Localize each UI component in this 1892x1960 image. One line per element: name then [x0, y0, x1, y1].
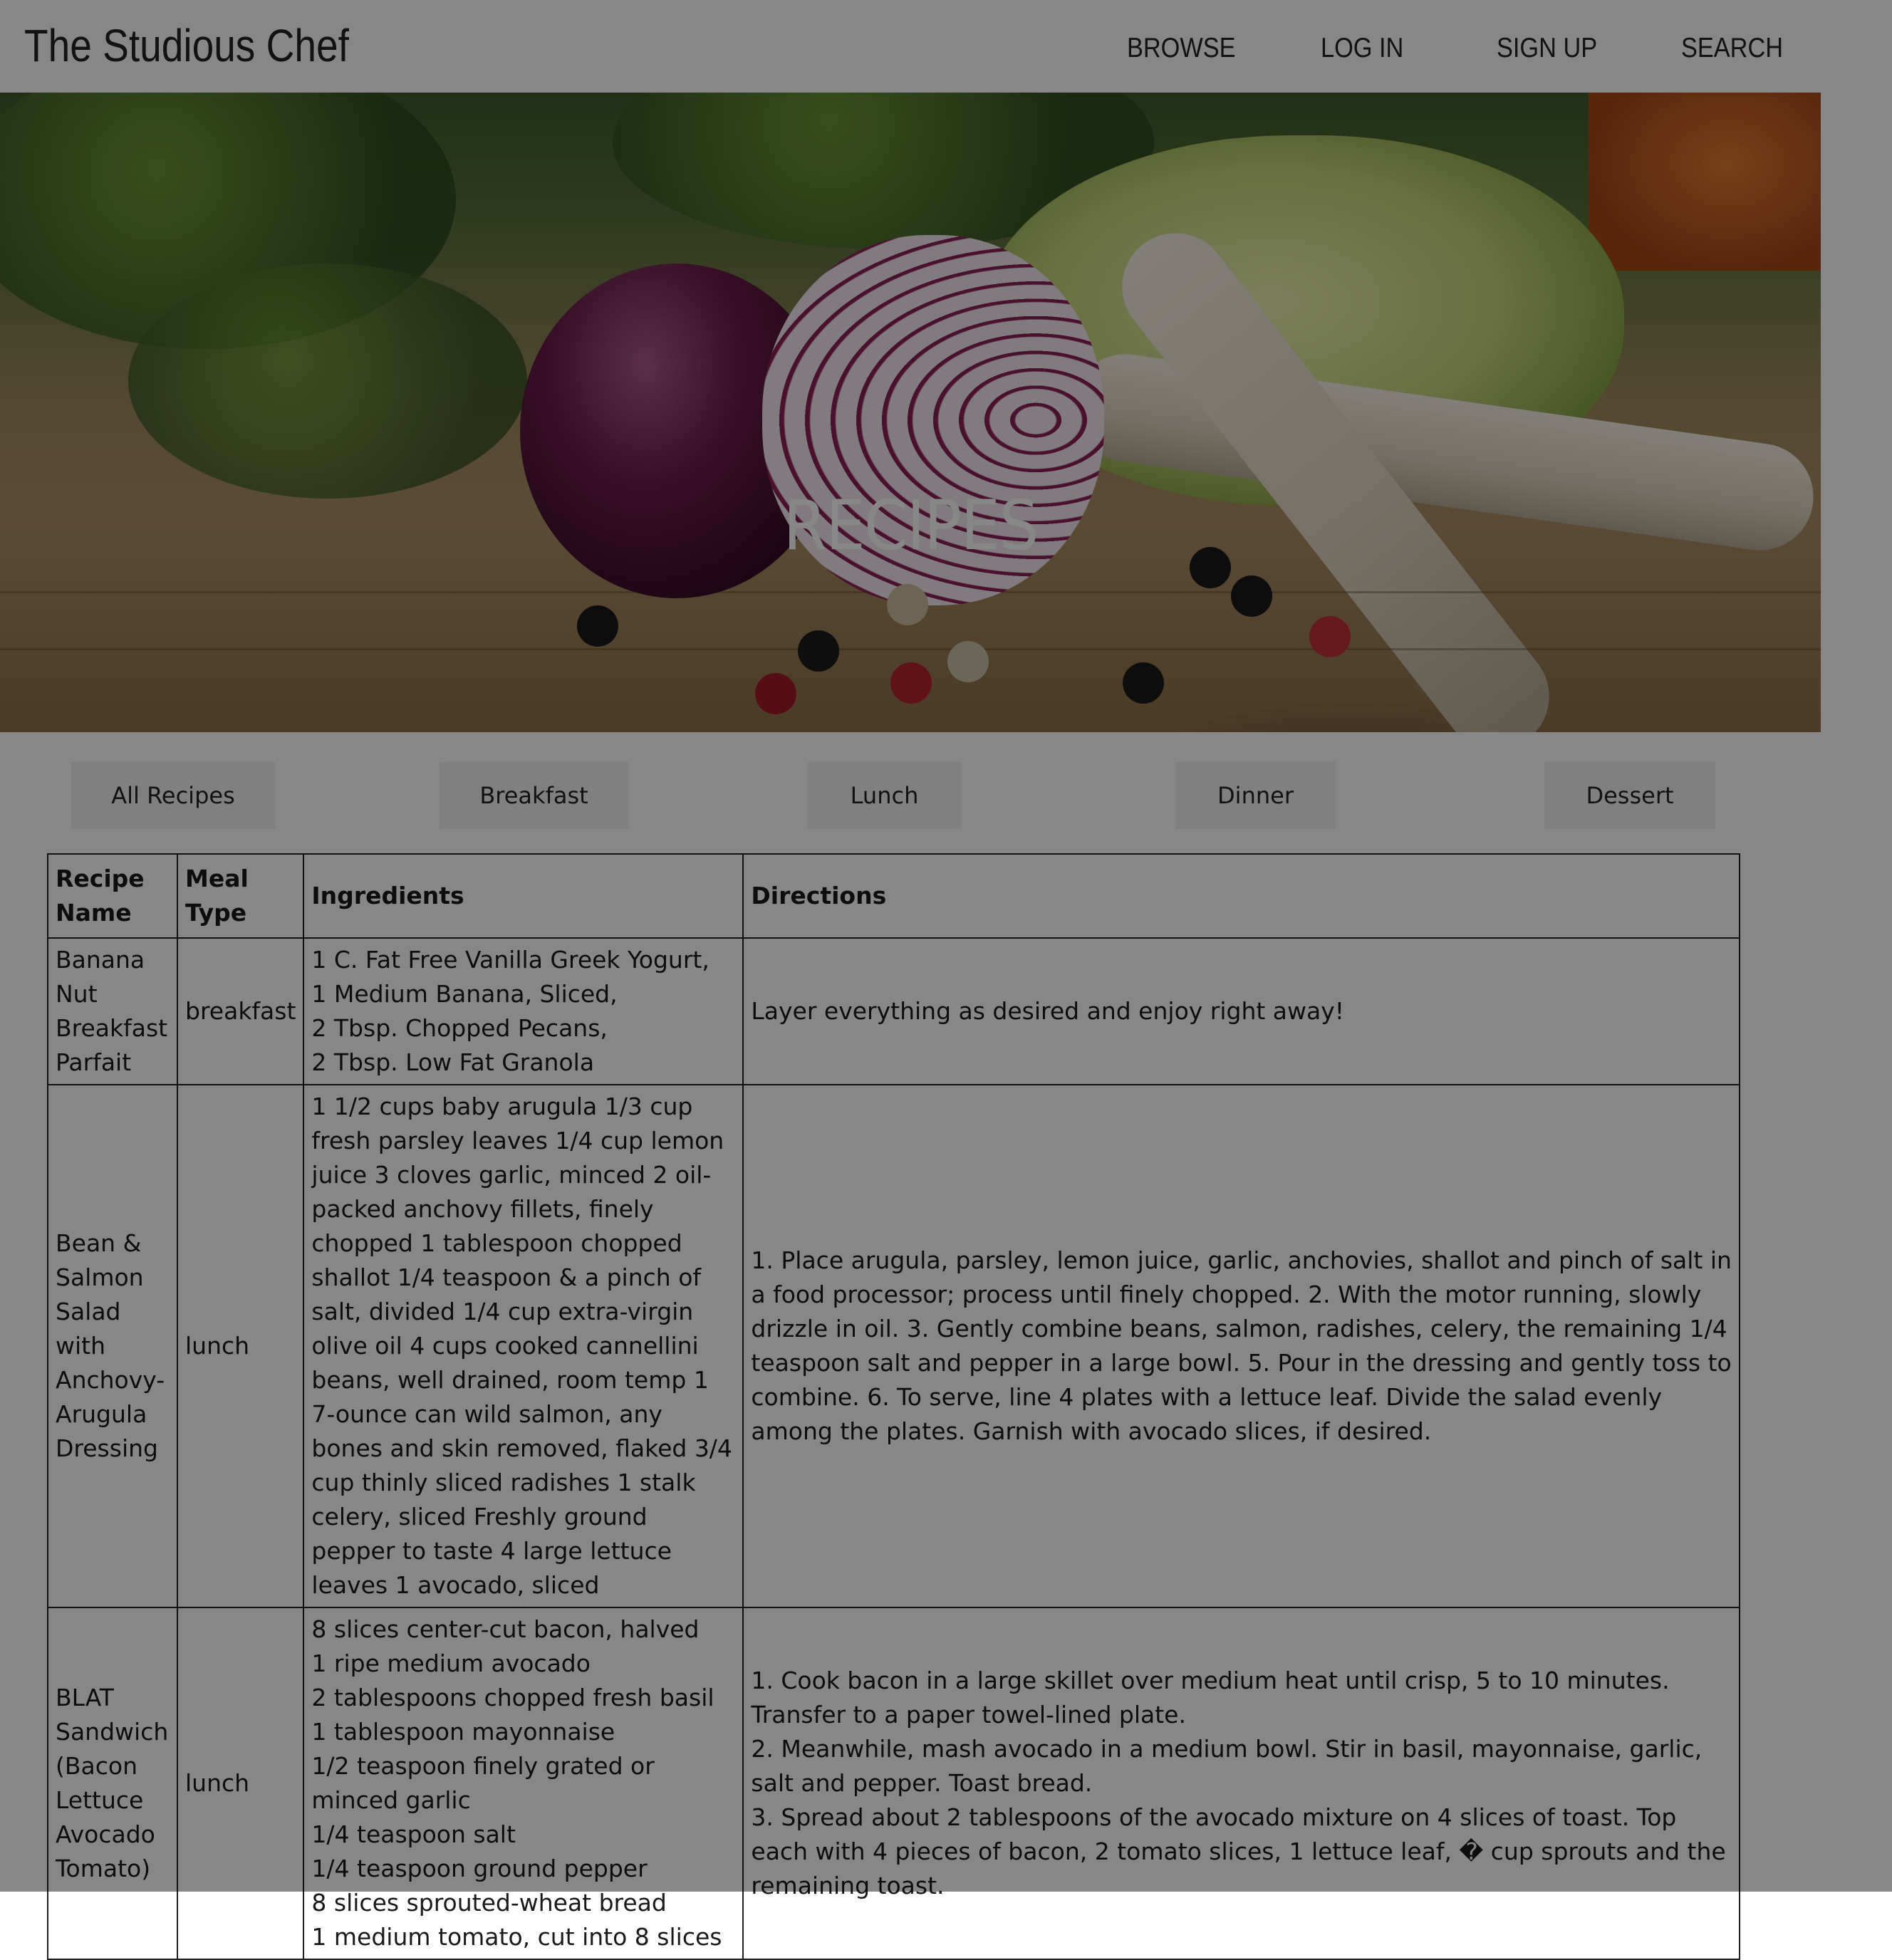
nav-search-link[interactable]: SEARCH — [1681, 31, 1783, 66]
ingredients-cell: 1 1/2 cups baby arugula 1/3 cup fresh pa… — [303, 1084, 744, 1608]
nav-browse-link[interactable]: BROWSE — [1127, 31, 1236, 66]
recipes-table: Recipe Name Meal Type Ingredients Direct… — [47, 853, 1741, 1960]
meal-type-cell: breakfast — [176, 937, 305, 1085]
hero-photo-peppercorn — [890, 662, 932, 704]
category-all-recipes-button[interactable]: All Recipes — [71, 762, 275, 829]
meal-type-cell: lunch — [176, 1607, 305, 1960]
hero-photo-peppercorn — [887, 584, 928, 625]
hero-photo-parsley — [128, 264, 527, 499]
hero-photo-peppercorn — [1309, 616, 1351, 657]
header-recipe-name: Recipe Name — [47, 853, 178, 939]
ingredients-cell: 8 slices center-cut bacon, halved 1 ripe… — [303, 1607, 744, 1960]
hero-photo-peppercorn — [1123, 662, 1164, 704]
hero-photo-peppercorn — [577, 605, 618, 647]
category-lunch-button[interactable]: Lunch — [808, 762, 961, 829]
hero-photo-peppercorn — [947, 641, 989, 682]
header-ingredients: Ingredients — [303, 853, 744, 939]
recipe-name-cell: Banana Nut Breakfast Parfait — [47, 937, 178, 1085]
hero-photo-peppercorn — [755, 673, 796, 714]
site-brand[interactable]: The Studious Chef — [24, 17, 349, 74]
recipe-name-cell: Bean & Salmon Salad with Anchovy-Arugula… — [47, 1084, 178, 1608]
hero-photo-board — [0, 648, 1821, 650]
table-row: BLAT Sandwich (Bacon Lettuce Avocado Tom… — [47, 1607, 1741, 1960]
hero-title: RECIPES — [783, 486, 1039, 565]
category-breakfast-button[interactable]: Breakfast — [440, 762, 628, 829]
category-dinner-button[interactable]: Dinner — [1175, 762, 1336, 829]
page: The Studious Chef BROWSE LOG IN SIGN UP … — [0, 0, 1892, 1960]
table-row: Banana Nut Breakfast Parfait breakfast 1… — [47, 937, 1741, 1085]
directions-cell: 1. Place arugula, parsley, lemon juice, … — [742, 1084, 1741, 1608]
hero-banner: RECIPES — [0, 93, 1821, 732]
directions-cell: 1. Cook bacon in a large skillet over me… — [742, 1607, 1741, 1960]
directions-cell: Layer everything as desired and enjoy ri… — [742, 937, 1741, 1085]
recipe-name-cell: BLAT Sandwich (Bacon Lettuce Avocado Tom… — [47, 1607, 178, 1960]
hero-photo-peppercorn — [798, 630, 839, 672]
table-header-row: Recipe Name Meal Type Ingredients Direct… — [47, 853, 1741, 939]
category-dessert-button[interactable]: Dessert — [1544, 762, 1715, 829]
nav-login-link[interactable]: LOG IN — [1321, 31, 1403, 66]
table-row: Bean & Salmon Salad with Anchovy-Arugula… — [47, 1084, 1741, 1608]
hero-photo-orange — [1589, 93, 1821, 271]
header-directions: Directions — [742, 853, 1741, 939]
ingredients-cell: 1 C. Fat Free Vanilla Greek Yogurt, 1 Me… — [303, 937, 744, 1085]
meal-type-cell: lunch — [176, 1084, 305, 1608]
site-header: The Studious Chef BROWSE LOG IN SIGN UP … — [0, 0, 1892, 93]
hero-photo-peppercorn — [1231, 575, 1272, 617]
header-meal-type: Meal Type — [176, 853, 305, 939]
nav-signup-link[interactable]: SIGN UP — [1497, 31, 1597, 66]
